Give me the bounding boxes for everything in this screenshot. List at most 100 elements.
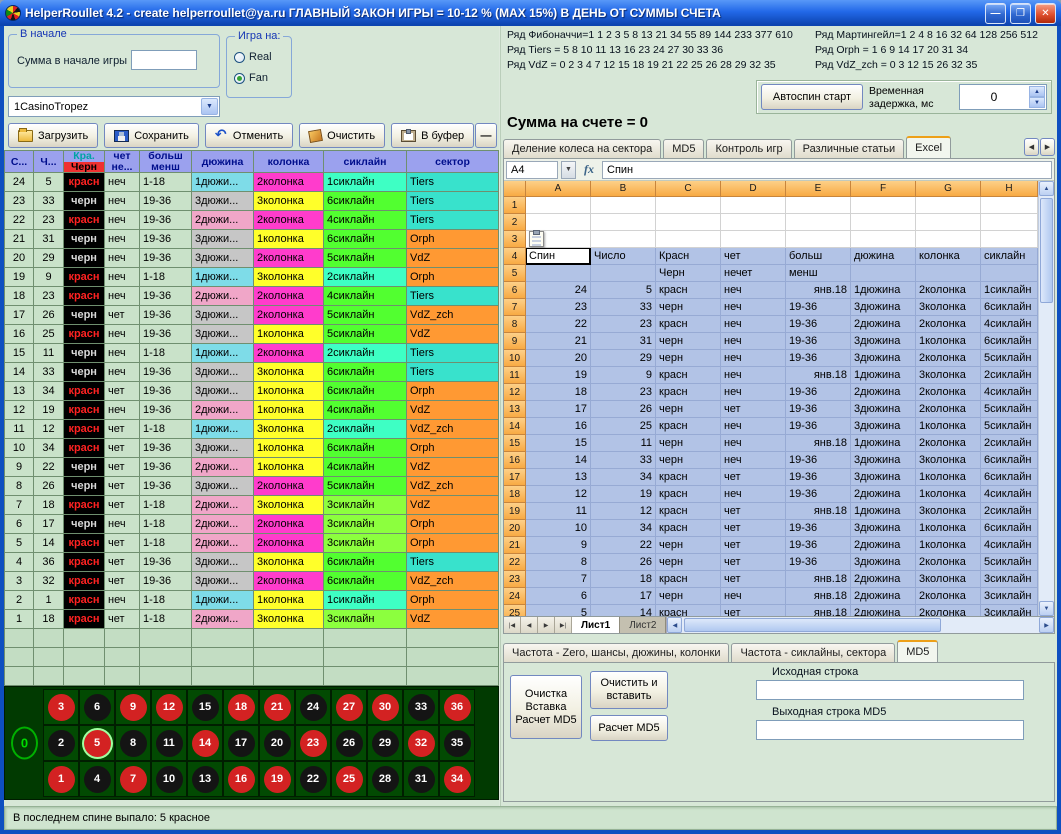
excel-cell-F2[interactable] bbox=[851, 214, 916, 231]
horizontal-scroll-track[interactable] bbox=[682, 617, 1039, 633]
excel-cell-F12[interactable]: 2дюжина bbox=[851, 384, 916, 401]
frequency-tab-0[interactable]: Частота - Zero, шансы, дюжины, колонки bbox=[503, 643, 729, 662]
excel-row-header-7[interactable]: 7 bbox=[504, 299, 526, 316]
autospin-start-button[interactable]: Автоспин старт bbox=[761, 84, 863, 110]
minimize-button[interactable]: — bbox=[985, 3, 1006, 24]
excel-row-header-20[interactable]: 20 bbox=[504, 520, 526, 537]
excel-cell-E5[interactable]: менш bbox=[786, 265, 851, 282]
roulette-number-33[interactable]: 33 bbox=[403, 689, 439, 725]
excel-row-header-17[interactable]: 17 bbox=[504, 469, 526, 486]
vertical-scrollbar[interactable] bbox=[1038, 181, 1054, 616]
excel-cell-H7[interactable]: 6сиклайн bbox=[981, 299, 1038, 316]
roulette-number-9[interactable]: 9 bbox=[115, 689, 151, 725]
roulette-number-2[interactable]: 2 bbox=[43, 725, 79, 761]
excel-cell-G7[interactable]: 3колонка bbox=[916, 299, 981, 316]
source-string-input[interactable] bbox=[756, 680, 1024, 700]
excel-cell-H21[interactable]: 4сиклайн bbox=[981, 537, 1038, 554]
excel-cell-G1[interactable] bbox=[916, 197, 981, 214]
close-button[interactable]: ✕ bbox=[1035, 3, 1056, 24]
roulette-number-19[interactable]: 19 bbox=[259, 761, 295, 797]
md5-clear-paste-calc-button[interactable]: Очистка Вставка Расчет MD5 bbox=[510, 675, 582, 739]
excel-cell-C8[interactable]: красн bbox=[656, 316, 721, 333]
excel-cell-H22[interactable]: 5сиклайн bbox=[981, 554, 1038, 571]
excel-cell-F4[interactable]: дюжина bbox=[851, 248, 916, 265]
excel-cell-H25[interactable]: 3сиклайн bbox=[981, 605, 1038, 616]
excel-col-header-G[interactable]: G bbox=[916, 181, 981, 197]
excel-cell-E24[interactable]: янв.18 bbox=[786, 588, 851, 605]
excel-cell-B10[interactable]: 29 bbox=[591, 350, 656, 367]
maximize-button[interactable]: ❐ bbox=[1010, 3, 1031, 24]
roulette-number-15[interactable]: 15 bbox=[187, 689, 223, 725]
excel-cell-C2[interactable] bbox=[656, 214, 721, 231]
excel-cell-B19[interactable]: 12 bbox=[591, 503, 656, 520]
excel-cell-D23[interactable]: чет bbox=[721, 571, 786, 588]
excel-cell-H17[interactable]: 6сиклайн bbox=[981, 469, 1038, 486]
excel-cell-G10[interactable]: 2колонка bbox=[916, 350, 981, 367]
excel-cell-E20[interactable]: 19-36 bbox=[786, 520, 851, 537]
excel-cell-C17[interactable]: красн bbox=[656, 469, 721, 486]
sheet-nav-first-icon[interactable] bbox=[504, 617, 521, 633]
main-tab-4[interactable]: Excel bbox=[906, 136, 951, 158]
excel-cell-E21[interactable]: 19-36 bbox=[786, 537, 851, 554]
sheet-nav-prev-icon[interactable] bbox=[521, 617, 538, 633]
excel-cell-H23[interactable]: 3сиклайн bbox=[981, 571, 1038, 588]
roulette-number-0[interactable]: 0 bbox=[11, 727, 38, 760]
excel-cell-F16[interactable]: 3дюжина bbox=[851, 452, 916, 469]
tab-scroll-right-icon[interactable] bbox=[1040, 138, 1055, 156]
excel-cell-C22[interactable]: черн bbox=[656, 554, 721, 571]
excel-cell-G6[interactable]: 2колонка bbox=[916, 282, 981, 299]
excel-cell-A6[interactable]: 24 bbox=[526, 282, 591, 299]
excel-cell-H6[interactable]: 1сиклайн bbox=[981, 282, 1038, 299]
excel-cell-F18[interactable]: 2дюжина bbox=[851, 486, 916, 503]
excel-cell-G3[interactable] bbox=[916, 231, 981, 248]
excel-cell-B6[interactable]: 5 bbox=[591, 282, 656, 299]
excel-cell-G20[interactable]: 1колонка bbox=[916, 520, 981, 537]
col-header-color[interactable]: Кра.Черн bbox=[64, 151, 105, 173]
roulette-number-21[interactable]: 21 bbox=[259, 689, 295, 725]
excel-row-header-11[interactable]: 11 bbox=[504, 367, 526, 384]
col-header-range[interactable]: большменш bbox=[140, 151, 192, 173]
undo-button[interactable]: Отменить bbox=[205, 123, 293, 148]
md5-output-input[interactable] bbox=[756, 720, 1024, 740]
excel-cell-D11[interactable]: неч bbox=[721, 367, 786, 384]
excel-row-header-25[interactable]: 25 bbox=[504, 605, 526, 616]
excel-cell-H18[interactable]: 4сиклайн bbox=[981, 486, 1038, 503]
excel-cell-E8[interactable]: 19-36 bbox=[786, 316, 851, 333]
excel-cell-G4[interactable]: колонка bbox=[916, 248, 981, 265]
excel-cell-A4[interactable]: Спин bbox=[526, 248, 591, 265]
excel-cell-C21[interactable]: черн bbox=[656, 537, 721, 554]
casino-combobox[interactable]: 1CasinoTropez bbox=[8, 96, 220, 117]
excel-cell-C20[interactable]: красн bbox=[656, 520, 721, 537]
excel-cell-A19[interactable]: 11 bbox=[526, 503, 591, 520]
excel-cell-F5[interactable] bbox=[851, 265, 916, 282]
excel-col-header-B[interactable]: B bbox=[591, 181, 656, 197]
excel-cell-D20[interactable]: чет bbox=[721, 520, 786, 537]
md5-clear-and-paste-button[interactable]: Очистить и вставить bbox=[590, 671, 668, 709]
roulette-number-26[interactable]: 26 bbox=[331, 725, 367, 761]
excel-cell-D3[interactable] bbox=[721, 231, 786, 248]
excel-cell-E2[interactable] bbox=[786, 214, 851, 231]
excel-row-header-9[interactable]: 9 bbox=[504, 333, 526, 350]
excel-cell-G15[interactable]: 2колонка bbox=[916, 435, 981, 452]
roulette-number-20[interactable]: 20 bbox=[259, 725, 295, 761]
paste-options-icon[interactable] bbox=[529, 231, 544, 247]
excel-cell-D13[interactable]: чет bbox=[721, 401, 786, 418]
excel-cell-D8[interactable]: неч bbox=[721, 316, 786, 333]
excel-row-header-23[interactable]: 23 bbox=[504, 571, 526, 588]
sheet-tab-1[interactable]: Лист2 bbox=[620, 617, 666, 633]
excel-cell-A24[interactable]: 6 bbox=[526, 588, 591, 605]
frequency-tab-1[interactable]: Частота - сиклайны, сектора bbox=[731, 643, 895, 662]
excel-cell-G18[interactable]: 1колонка bbox=[916, 486, 981, 503]
excel-cell-G17[interactable]: 1колонка bbox=[916, 469, 981, 486]
excel-cell-B1[interactable] bbox=[591, 197, 656, 214]
excel-cell-B23[interactable]: 18 bbox=[591, 571, 656, 588]
roulette-number-32[interactable]: 32 bbox=[403, 725, 439, 761]
excel-cell-G14[interactable]: 1колонка bbox=[916, 418, 981, 435]
excel-cell-D7[interactable]: неч bbox=[721, 299, 786, 316]
excel-cell-A25[interactable]: 5 bbox=[526, 605, 591, 616]
excel-cell-C15[interactable]: черн bbox=[656, 435, 721, 452]
excel-cell-F24[interactable]: 2дюжина bbox=[851, 588, 916, 605]
excel-cell-C10[interactable]: черн bbox=[656, 350, 721, 367]
excel-cell-G25[interactable]: 2колонка bbox=[916, 605, 981, 616]
excel-cell-E4[interactable]: больш bbox=[786, 248, 851, 265]
